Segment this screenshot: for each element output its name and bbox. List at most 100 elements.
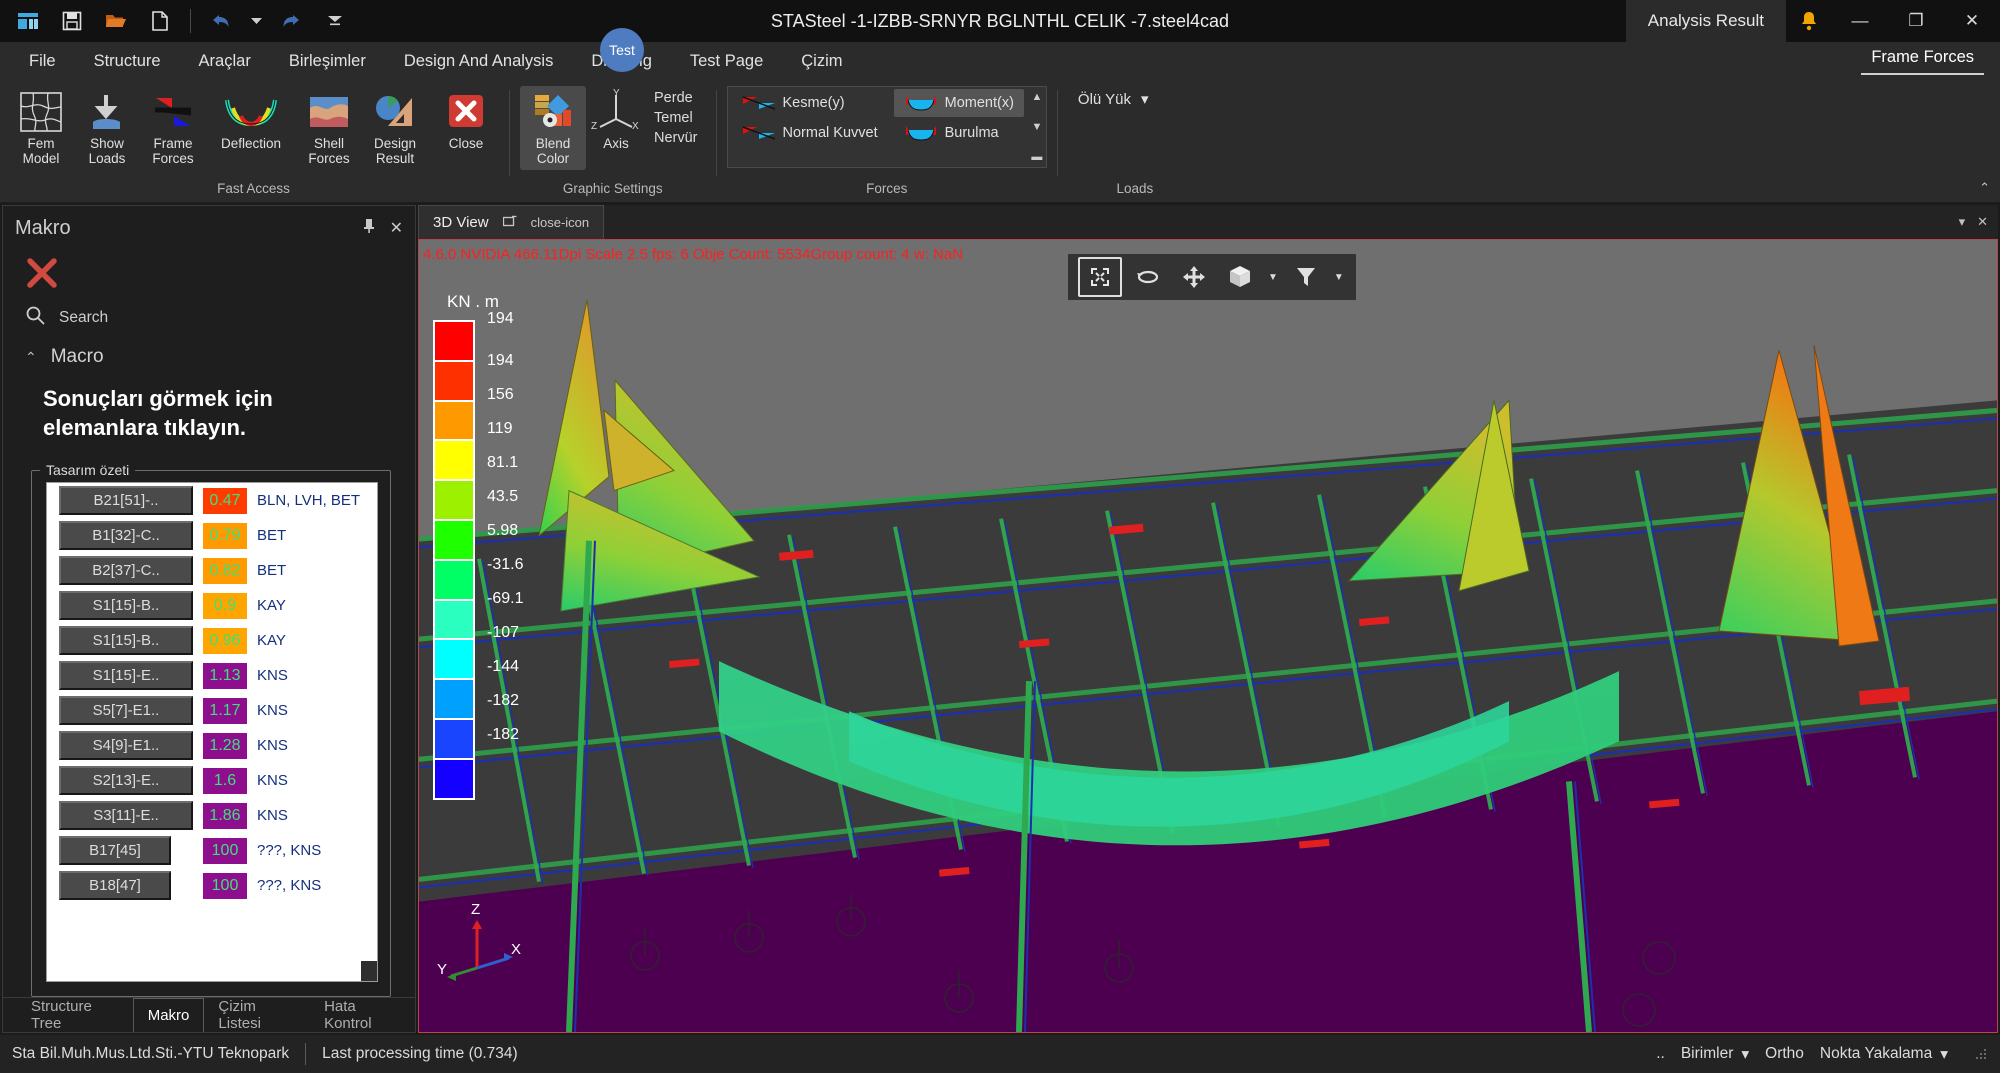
filter-icon[interactable] [1286, 259, 1326, 295]
tab-makro[interactable]: Makro [133, 998, 205, 1032]
close-icon[interactable]: ✕ [390, 218, 403, 238]
table-row[interactable]: B1[32]-C.. 0.79 BET [47, 518, 377, 553]
table-row[interactable]: S3[11]-E.. 1.86 KNS [47, 798, 377, 833]
table-row[interactable]: S1[15]-B.. 0.9 KAY [47, 588, 377, 623]
table-row[interactable]: S1[15]-E.. 1.13 KNS [47, 658, 377, 693]
element-name-button[interactable]: S1[15]-B.. [59, 591, 193, 620]
minimize-button[interactable]: — [1832, 0, 1888, 42]
analysis-result-tab[interactable]: Analysis Result [1626, 0, 1786, 42]
menu-item-araclar[interactable]: Araçlar [180, 42, 270, 80]
gallery-scroll-down-icon[interactable]: ▼ [1031, 121, 1042, 133]
nervur-button[interactable]: Nervür [646, 128, 706, 148]
show-loads-button[interactable]: Show Loads [74, 86, 140, 170]
table-row[interactable]: S1[15]-B.. 0.96 KAY [47, 623, 377, 658]
viewport-close-icon[interactable]: ✕ [1977, 214, 1988, 230]
status-ellipsis[interactable]: .. [1656, 1045, 1665, 1063]
status-snap-dropdown[interactable]: Nokta Yakalama ▾ [1820, 1045, 1948, 1064]
legend-swatch [435, 362, 473, 402]
axis-button[interactable]: YZX Axis [586, 86, 646, 155]
macro-search-row[interactable]: Search [3, 295, 415, 340]
undo-icon[interactable] [201, 3, 241, 39]
element-name-button[interactable]: B2[37]-C.. [59, 556, 193, 585]
filter-dropdown-icon[interactable]: ▼ [1332, 272, 1346, 283]
force-item-moment-x[interactable]: Moment(x) [894, 89, 1024, 117]
element-name-button[interactable]: S4[9]-E1.. [59, 731, 193, 760]
rotate-icon[interactable] [1128, 259, 1168, 295]
table-row[interactable]: S5[7]-E1.. 1.17 KNS [47, 693, 377, 728]
gallery-expand-icon[interactable]: ▬ [1031, 151, 1042, 163]
blend-color-button[interactable]: Blend Color [520, 86, 586, 170]
customize-qat-icon[interactable] [315, 3, 355, 39]
shell-forces-button[interactable]: Shell Forces [296, 86, 362, 170]
save-icon[interactable] [52, 3, 92, 39]
new-file-icon[interactable] [140, 3, 180, 39]
force-item-normal-kuvvet[interactable]: Normal Kuvvet [732, 119, 888, 147]
pin-icon[interactable] [362, 218, 376, 239]
element-name-button[interactable]: S3[11]-E.. [59, 801, 193, 830]
pan-icon[interactable] [1174, 259, 1214, 295]
element-name-button[interactable]: S1[15]-B.. [59, 626, 193, 655]
element-name-button[interactable]: S1[15]-E.. [59, 661, 193, 690]
open-folder-icon[interactable] [96, 3, 136, 39]
undo-dropdown-icon[interactable] [245, 3, 267, 39]
close-icon[interactable]: close-icon [531, 215, 590, 230]
list-scrollbar[interactable] [361, 961, 377, 981]
zoom-extents-icon[interactable] [1078, 257, 1122, 297]
3d-canvas[interactable]: 4.6.0 NVIDIA 466.11Dpi Scale 2.5 fps: 6 … [418, 239, 1998, 1033]
element-name-button[interactable]: S2[13]-E.. [59, 766, 193, 795]
design-result-button[interactable]: Design Result [362, 86, 428, 170]
gallery-scroll-up-icon[interactable]: ▲ [1031, 91, 1042, 103]
design-summary-list[interactable]: B21[51]-.. 0.47 BLN, LVH, BET B1[32]-C..… [46, 482, 378, 982]
viewport-minimize-icon[interactable]: ▾ [1959, 214, 1966, 230]
test-badge[interactable]: Test [600, 28, 644, 72]
contextual-tab-frame-forces[interactable]: Frame Forces [1861, 42, 1984, 80]
perde-button[interactable]: Perde [646, 88, 706, 108]
close-button[interactable]: ✕ [1944, 0, 2000, 42]
menu-item-structure[interactable]: Structure [75, 42, 180, 80]
table-row[interactable]: S2[13]-E.. 1.6 KNS [47, 763, 377, 798]
fem-model-button[interactable]: Fem Model [8, 86, 74, 170]
menu-item-design-and-analysis[interactable]: Design And Analysis [385, 42, 573, 80]
menu-item-test-page[interactable]: Test Page [671, 42, 782, 80]
status-ortho-toggle[interactable]: Ortho [1765, 1045, 1804, 1063]
maximize-button[interactable]: ❐ [1888, 0, 1944, 42]
table-row[interactable]: B2[37]-C.. 0.82 BET [47, 553, 377, 588]
resize-grip-icon[interactable] [1974, 1047, 1988, 1061]
table-row[interactable]: S4[9]-E1.. 1.28 KNS [47, 728, 377, 763]
float-window-icon[interactable] [503, 215, 517, 230]
table-row[interactable]: B21[51]-.. 0.47 BLN, LVH, BET [47, 483, 377, 518]
table-row[interactable]: B17[45] 100 ???, KNS [47, 833, 377, 868]
close-button-ribbon[interactable]: Close [433, 86, 499, 155]
element-name-button[interactable]: B21[51]-.. [59, 486, 193, 515]
clear-red-x-icon[interactable] [3, 250, 415, 295]
view-cube-icon[interactable] [1220, 259, 1260, 295]
element-name-button[interactable]: S5[7]-E1.. [59, 696, 193, 725]
element-name-button[interactable]: B17[45] [59, 836, 171, 865]
tab-structure-tree[interactable]: Structure Tree [17, 998, 133, 1032]
menu-item-file[interactable]: File [10, 42, 75, 80]
ribbon-collapse-icon[interactable]: ⌃ [1979, 180, 1990, 196]
force-item-burulma[interactable]: Burulma [894, 119, 1024, 147]
menu-item-birlesimler[interactable]: Birleşimler [270, 42, 385, 80]
force-item-kesme-y[interactable]: Kesme(y) [732, 89, 888, 117]
status-units-dropdown[interactable]: Birimler ▾ [1681, 1045, 1749, 1064]
menu-item-cizim[interactable]: Çizim [782, 42, 861, 80]
tab-hata-kontrol[interactable]: Hata Kontrol [310, 998, 415, 1032]
element-name-button[interactable]: B1[32]-C.. [59, 521, 193, 550]
macro-group-header[interactable]: ⌃ Macro [3, 340, 415, 372]
forces-gallery-scrollbar[interactable]: ▲ ▼ ▬ [1028, 89, 1046, 165]
view-cube-dropdown-icon[interactable]: ▼ [1266, 272, 1280, 283]
load-case-dropdown[interactable]: Ölü Yük ▾ [1068, 86, 1159, 112]
app-menu-icon[interactable] [8, 3, 48, 39]
tab-3d-view[interactable]: 3D View close-icon [418, 205, 604, 239]
deflection-button[interactable]: Deflection [206, 86, 296, 155]
table-row[interactable]: B18[47] 100 ???, KNS [47, 868, 377, 903]
tab-cizim-listesi[interactable]: Çizim Listesi [204, 998, 310, 1032]
ribbon-group-separator-1 [509, 90, 510, 176]
element-name-button[interactable]: B18[47] [59, 871, 171, 900]
search-input[interactable]: Search [59, 309, 108, 327]
temel-button[interactable]: Temel [646, 108, 706, 128]
notification-bell-icon[interactable] [1786, 0, 1832, 42]
frame-forces-button[interactable]: Frame Forces [140, 86, 206, 170]
redo-icon[interactable] [271, 3, 311, 39]
